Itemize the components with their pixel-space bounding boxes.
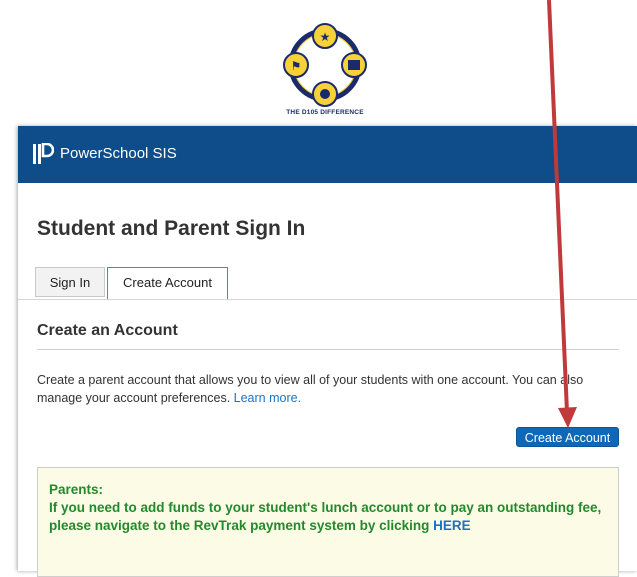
description-text: Create a parent account that allows you … xyxy=(37,373,584,405)
tab-divider xyxy=(18,299,637,300)
section-title: Create an Account xyxy=(37,322,178,339)
learn-more-link[interactable]: Learn more. xyxy=(234,391,301,405)
notice-heading: Parents: xyxy=(49,482,104,497)
tab-sign-in[interactable]: Sign In xyxy=(35,267,105,297)
create-account-button[interactable]: Create Account xyxy=(516,427,619,447)
district-logo-emblem: ★ ⚑ xyxy=(283,23,367,107)
powerschool-logo-icon xyxy=(33,143,54,164)
parents-notice: Parents: If you need to add funds to you… xyxy=(37,467,619,577)
notice-text: Parents: If you need to add funds to you… xyxy=(49,481,609,535)
revtrak-here-link[interactable]: HERE xyxy=(433,518,471,533)
notice-body: If you need to add funds to your student… xyxy=(49,500,602,533)
section-description: Create a parent account that allows you … xyxy=(37,371,623,407)
tab-create-account[interactable]: Create Account xyxy=(107,267,228,300)
brand-name: PowerSchool SIS xyxy=(60,145,177,162)
page-title: Student and Parent Sign In xyxy=(37,217,306,240)
section-divider xyxy=(37,349,619,350)
header-banner: PowerSchool SIS xyxy=(18,126,637,183)
svg-text:★: ★ xyxy=(320,30,331,44)
sign-in-card: PowerSchool SIS Student and Parent Sign … xyxy=(18,126,637,577)
svg-text:⚑: ⚑ xyxy=(291,59,302,73)
district-logo: ★ ⚑ THE D105 DIFFERENCE xyxy=(270,20,380,122)
logo-caption: THE D105 DIFFERENCE xyxy=(286,109,364,116)
